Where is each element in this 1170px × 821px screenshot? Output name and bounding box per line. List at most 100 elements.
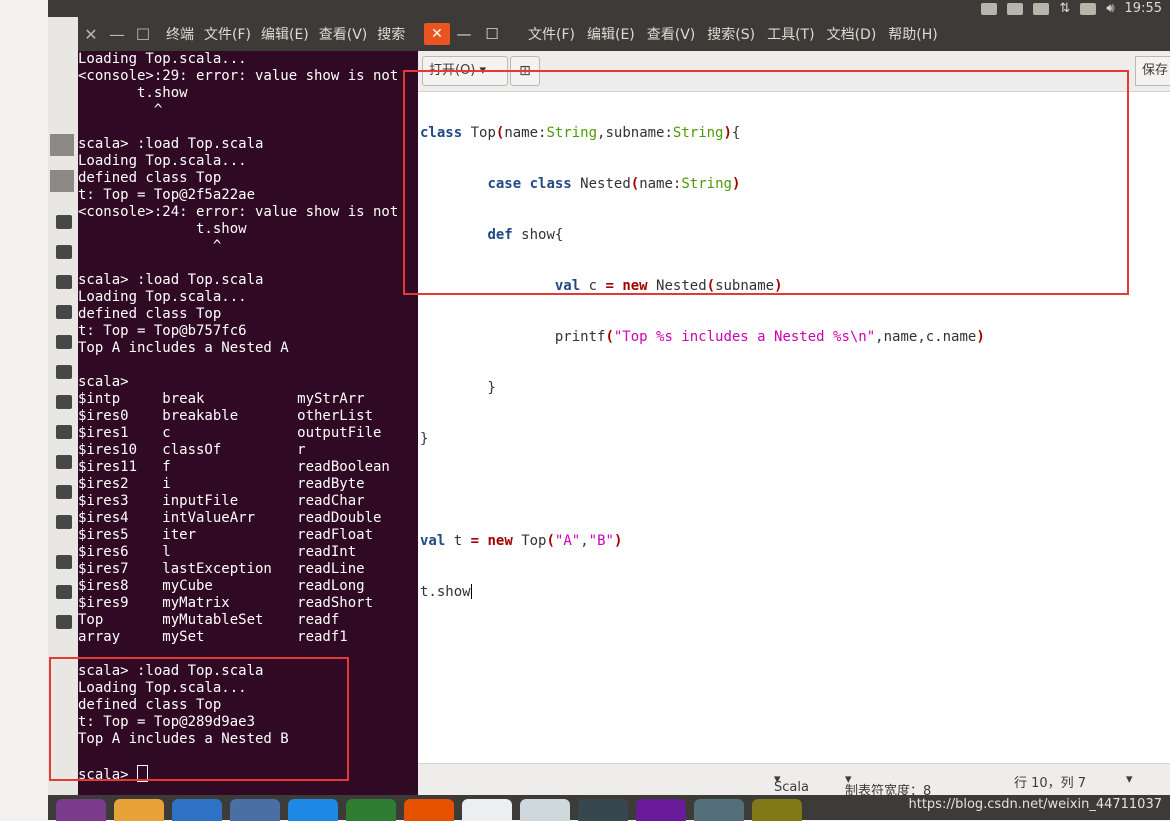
editor-menu-view[interactable]: 查看(V): [647, 24, 696, 44]
app-icon[interactable]: [694, 799, 744, 821]
app-icon[interactable]: [56, 799, 106, 821]
save-button[interactable]: 保存: [1135, 56, 1170, 86]
video-icon[interactable]: [56, 305, 72, 319]
code-line: printf("Top %s includes a Nested %s\n",n…: [420, 329, 985, 345]
app-icon[interactable]: [462, 799, 512, 821]
close-icon[interactable]: ✕: [424, 23, 450, 45]
terminal-line: $ires0 breakable otherList: [78, 408, 374, 424]
status-bar: Scala ▾ 制表符宽度：8 ▾ 行 10，列 7 ▾: [418, 763, 1170, 799]
terminal-line: defined class Top: [78, 306, 222, 322]
server-icon[interactable]: [56, 615, 72, 629]
editor-menu-file[interactable]: 文件(F): [528, 24, 575, 44]
terminal-titlebar: ✕ — ☐ 终端 文件(F) 编辑(E) 查看(V) 搜索: [78, 17, 418, 51]
download-icon[interactable]: [56, 395, 72, 409]
close-icon[interactable]: ✕: [78, 25, 104, 44]
terminal-line: $intp break myStrArr: [78, 391, 365, 407]
volume-icon[interactable]: 🔊︎: [1106, 1, 1114, 16]
terminal-line: t: Top = Top@2f5a22ae: [78, 187, 256, 203]
terminal-line: <console>:29: error: value show is not: [78, 68, 399, 84]
battery-icon[interactable]: [1080, 2, 1097, 15]
calendar-icon[interactable]: [1033, 2, 1050, 15]
keyboard-icon[interactable]: [1007, 2, 1024, 15]
terminal-line: array mySet readf1: [78, 629, 348, 645]
editor-menu-search[interactable]: 搜索(S): [707, 24, 755, 44]
terminal-menu-file[interactable]: 文件(F): [204, 24, 251, 44]
highlight-box-output: [49, 657, 349, 781]
terminal-line: scala> :load Top.scala: [78, 136, 264, 152]
trash-icon[interactable]: [56, 455, 72, 469]
cursor-position: 行 10，列 7: [1014, 776, 1087, 791]
terminal-line: Loading Top.scala...: [78, 153, 247, 169]
editor-menu-documents[interactable]: 文档(D): [827, 24, 877, 44]
terminal-menu-edit[interactable]: 编辑(E): [261, 24, 309, 44]
minimize-icon[interactable]: —: [104, 25, 130, 44]
terminal-line: t: Top = Top@b757fc6: [78, 323, 247, 339]
terminal-line: $ires10 classOf r: [78, 442, 306, 458]
terminal-line: $ires7 lastException readLine: [78, 561, 365, 577]
close-icon[interactable]: [50, 134, 74, 156]
app-icon[interactable]: [288, 799, 338, 821]
terminal-line: Top myMutableSet readf: [78, 612, 340, 628]
network-places-icon[interactable]: [56, 555, 72, 569]
text-cursor: [470, 584, 472, 599]
network-icon[interactable]: ⇅: [1059, 1, 1070, 16]
terminal-menu-search[interactable]: 搜索: [377, 24, 405, 44]
editor-menu-edit[interactable]: 编辑(E): [587, 24, 635, 44]
terminal-menu-view[interactable]: 查看(V): [319, 24, 368, 44]
app-icon[interactable]: [636, 799, 686, 821]
picture-icon[interactable]: [56, 335, 72, 349]
terminal-line: $ires8 myCube readLong: [78, 578, 365, 594]
terminal-line: $ires11 f readBoolean: [78, 459, 390, 475]
terminal-line: $ires1 c outputFile: [78, 425, 382, 441]
app-icon[interactable]: [578, 799, 628, 821]
tab-width-selector[interactable]: 制表符宽度：8 ▾: [845, 772, 931, 799]
drive-icon[interactable]: [56, 485, 72, 499]
terminal-line: defined class Top: [78, 170, 222, 186]
app-icon[interactable]: [346, 799, 396, 821]
terminal-line: $ires3 inputFile readChar: [78, 493, 365, 509]
chevron-down-icon[interactable]: ▾: [1126, 772, 1133, 787]
terminal-line: ^: [78, 238, 222, 254]
terminal-line: $ires4 intValueArr readDouble: [78, 510, 382, 526]
files-icon[interactable]: [114, 799, 164, 821]
firefox-icon[interactable]: [172, 799, 222, 821]
terminal-line: t.show: [78, 221, 247, 237]
cloud-icon[interactable]: [981, 2, 998, 15]
code-line: t.show: [420, 584, 472, 600]
terminal-title: 终端: [166, 27, 194, 43]
highlight-box-code: [403, 70, 1129, 295]
terminal-line: $ires6 l readInt: [78, 544, 357, 560]
minimize-icon[interactable]: —: [450, 25, 478, 43]
recent-icon[interactable]: [56, 215, 72, 229]
terminal-line: Top A includes a Nested A: [78, 340, 289, 356]
language-label: Scala: [774, 780, 809, 795]
desktop-icon[interactable]: [56, 275, 72, 289]
terminal-line: $ires9 myMatrix readShort: [78, 595, 374, 611]
terminal-line: scala>: [78, 374, 129, 390]
home-icon[interactable]: [56, 245, 72, 259]
app-icon[interactable]: [520, 799, 570, 821]
language-selector[interactable]: Scala ▾: [774, 772, 809, 795]
terminal-line: $ires2 i readByte: [78, 476, 365, 492]
terminal-line: Loading Top.scala...: [78, 51, 247, 67]
app-icon[interactable]: [230, 799, 280, 821]
code-line: val t = new Top("A","B"): [420, 533, 623, 549]
clock[interactable]: 19:55: [1125, 1, 1162, 16]
app-icon[interactable]: [752, 799, 802, 821]
maximize-icon[interactable]: ☐: [130, 25, 156, 44]
maximize-icon[interactable]: ☐: [478, 25, 506, 43]
editor-menu-tools[interactable]: 工具(T): [767, 24, 814, 44]
document-icon[interactable]: [56, 365, 72, 379]
music-icon[interactable]: [56, 425, 72, 439]
drive-icon[interactable]: [56, 585, 72, 599]
apps-icon[interactable]: [56, 515, 72, 529]
terminal-line: <console>:24: error: value show is not: [78, 204, 399, 220]
back-icon[interactable]: [50, 170, 74, 192]
editor-menu-help[interactable]: 帮助(H): [888, 24, 937, 44]
app-icon[interactable]: [404, 799, 454, 821]
editor-titlebar: ✕ — ☐ 文件(F) 编辑(E) 查看(V) 搜索(S) 工具(T) 文档(D…: [418, 17, 1170, 51]
